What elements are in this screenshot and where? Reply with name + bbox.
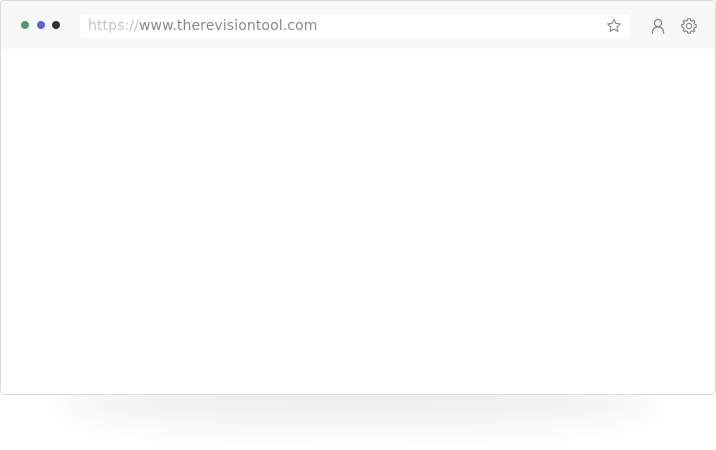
- browser-toolbar: https://www.therevisiontool.com: [1, 1, 715, 49]
- window-control-dark[interactable]: [52, 21, 60, 29]
- star-icon[interactable]: [605, 17, 623, 35]
- page-content-area[interactable]: [1, 49, 715, 394]
- stage: https://www.therevisiontool.com: [0, 0, 716, 450]
- window-control-blue[interactable]: [37, 21, 45, 29]
- address-bar[interactable]: https://www.therevisiontool.com: [80, 14, 630, 38]
- browser-window: https://www.therevisiontool.com: [0, 0, 716, 395]
- url-protocol: https://: [88, 18, 139, 34]
- user-icon[interactable]: [649, 17, 667, 35]
- url-host: www.therevisiontool.com: [138, 18, 318, 34]
- gear-icon[interactable]: [680, 17, 698, 35]
- window-control-green[interactable]: [21, 21, 29, 29]
- url-text[interactable]: https://www.therevisiontool.com: [88, 17, 318, 35]
